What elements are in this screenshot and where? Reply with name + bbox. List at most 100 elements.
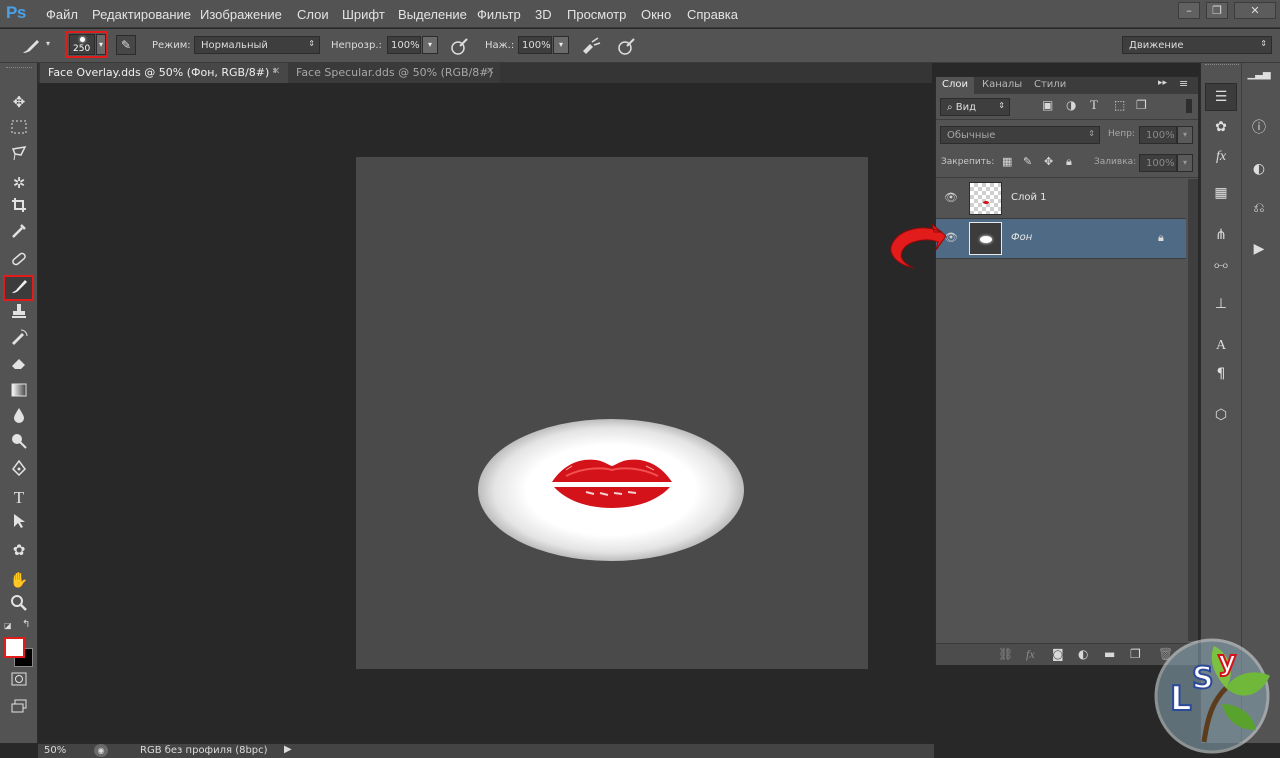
pen-icon[interactable]: [8, 459, 30, 482]
layer-row-background[interactable]: 👁︎ Фон 🔒︎: [936, 219, 1186, 259]
restore-button[interactable]: ❐: [1206, 2, 1228, 19]
brush-panel-toggle-icon[interactable]: ✎: [116, 35, 136, 55]
menu-type[interactable]: Шрифт: [342, 7, 385, 22]
menu-3d[interactable]: 3D: [535, 7, 552, 22]
lasso-tool-icon[interactable]: [8, 145, 30, 167]
layer-name[interactable]: Слой 1: [1011, 192, 1047, 203]
filter-smart-object-icon[interactable]: ❐: [1136, 98, 1147, 112]
type-tool-icon[interactable]: T: [8, 487, 30, 509]
swap-colors-icon[interactable]: ↰: [22, 619, 30, 630]
screen-mode-icon[interactable]: [8, 697, 30, 719]
layer-opacity-dropdown[interactable]: ▾: [1177, 126, 1193, 144]
eraser-icon[interactable]: [8, 355, 30, 377]
brush-tool-icon[interactable]: [8, 277, 30, 299]
adjustment-layer-icon[interactable]: ◐: [1078, 647, 1088, 661]
hand-tool-icon[interactable]: ✋: [8, 569, 30, 591]
new-layer-icon[interactable]: ❐: [1130, 647, 1141, 661]
layer-filter-select[interactable]: ⌕ Вид ⇕: [940, 98, 1010, 116]
clone-stamp-icon[interactable]: [8, 303, 30, 325]
add-mask-icon[interactable]: ◙: [1052, 647, 1064, 661]
eyedropper-icon[interactable]: [8, 223, 30, 245]
quick-mask-icon[interactable]: [8, 670, 30, 692]
close-button[interactable]: ✕: [1234, 2, 1276, 19]
brush-preset-dropdown-icon[interactable]: ▾: [46, 39, 50, 48]
menu-image[interactable]: Изображение: [200, 7, 282, 22]
default-colors-icon[interactable]: ◪: [4, 621, 12, 630]
magic-wand-icon[interactable]: ✲: [8, 172, 30, 194]
menu-filter[interactable]: Фильтр: [477, 7, 521, 22]
swatches-icon[interactable]: ▦: [1208, 181, 1234, 205]
blend-mode-select[interactable]: Обычные ⇕: [940, 126, 1100, 144]
lock-position-icon[interactable]: ✥: [1044, 155, 1053, 168]
tab-face-overlay[interactable]: Face Overlay.dds @ 50% (Фон, RGB/8#) *: [40, 63, 288, 83]
styles-fx-icon[interactable]: fx: [1208, 145, 1234, 169]
tab-face-specular[interactable]: Face Specular.dds @ 50% (RGB/8#): [288, 63, 500, 83]
layers-scrollbar[interactable]: [1188, 179, 1198, 641]
minimize-button[interactable]: –: [1178, 2, 1200, 19]
filter-toggle[interactable]: [1186, 99, 1192, 113]
new-group-icon[interactable]: ▬: [1104, 647, 1115, 661]
layer-opacity-input[interactable]: 100%: [1139, 126, 1177, 144]
zoom-level[interactable]: 50%: [44, 745, 66, 756]
close-tab-icon[interactable]: ✕: [486, 66, 494, 77]
custom-shape-icon[interactable]: ✿: [8, 539, 30, 561]
brush-presets-icon[interactable]: ⋔: [1208, 223, 1234, 247]
foreground-color-swatch[interactable]: [4, 637, 25, 658]
pressure-dropdown[interactable]: ▾: [553, 36, 569, 54]
visibility-eye-icon[interactable]: 👁︎: [944, 191, 958, 204]
filter-type-icon[interactable]: T: [1090, 97, 1098, 113]
crop-tool-icon[interactable]: [8, 197, 30, 219]
opacity-input[interactable]: 100%: [387, 36, 421, 54]
layer-name[interactable]: Фон: [1011, 232, 1032, 243]
lock-image-icon[interactable]: ✎: [1023, 155, 1032, 168]
fill-input[interactable]: 100%: [1139, 154, 1177, 172]
tablet-opacity-icon[interactable]: [450, 36, 470, 60]
dodge-icon[interactable]: [8, 433, 30, 455]
menu-window[interactable]: Окно: [641, 7, 671, 22]
opacity-dropdown[interactable]: ▾: [422, 36, 438, 54]
paragraph-icon[interactable]: ¶: [1208, 362, 1234, 386]
tablet-size-icon[interactable]: [617, 36, 637, 60]
fx-icon[interactable]: fx: [1026, 647, 1035, 662]
workspace-select[interactable]: Движение ⇕: [1122, 36, 1272, 54]
brush-preset-icon[interactable]: [20, 36, 42, 60]
tab-layers[interactable]: Слои: [936, 77, 974, 94]
marquee-tool-icon[interactable]: [8, 118, 30, 140]
status-menu-arrow-icon[interactable]: ▶: [284, 744, 292, 755]
lock-all-icon[interactable]: 🔒︎: [1066, 155, 1072, 169]
filter-pixel-icon[interactable]: ▣: [1042, 98, 1053, 112]
menu-help[interactable]: Справка: [687, 7, 738, 22]
brush-settings-icon[interactable]: ⧟: [1208, 253, 1234, 277]
close-tab-icon[interactable]: ✕: [272, 66, 280, 77]
brush-size-picker[interactable]: 250: [69, 34, 95, 55]
clone-source-icon[interactable]: ⊥: [1208, 292, 1234, 316]
menu-layer[interactable]: Слои: [297, 7, 329, 22]
menu-edit[interactable]: Редактирование: [92, 7, 191, 22]
gradient-icon[interactable]: [8, 381, 30, 403]
path-selection-icon[interactable]: [8, 513, 30, 535]
link-layers-icon[interactable]: ⛓︎: [998, 647, 1013, 661]
3d-icon[interactable]: ⬡: [1208, 403, 1234, 427]
panel-grip[interactable]: [6, 67, 32, 70]
panel-menu-icon[interactable]: ≡: [1179, 77, 1188, 90]
healing-brush-icon[interactable]: [8, 251, 30, 273]
filter-adjustment-icon[interactable]: ◑: [1066, 98, 1076, 112]
tab-channels[interactable]: Каналы: [976, 77, 1028, 94]
collapse-panel-icon[interactable]: ▸▸: [1158, 78, 1167, 88]
info-icon[interactable]: ⓘ: [1246, 116, 1272, 140]
adjustments-icon[interactable]: ◐: [1246, 157, 1272, 181]
layers-icon[interactable]: ☰: [1208, 85, 1234, 109]
fill-dropdown[interactable]: ▾: [1177, 154, 1193, 172]
menu-view[interactable]: Просмотр: [567, 7, 626, 22]
brush-size-dropdown[interactable]: ▾: [96, 34, 106, 55]
image-canvas[interactable]: [356, 157, 868, 669]
menu-file[interactable]: Файл: [46, 7, 78, 22]
histogram-icon[interactable]: ▁▃▅: [1246, 63, 1272, 87]
visibility-eye-icon[interactable]: 👁︎: [944, 231, 958, 244]
menu-select[interactable]: Выделение: [398, 7, 467, 22]
color-icon[interactable]: ✿: [1208, 115, 1234, 139]
status-info-icon[interactable]: ◉: [94, 744, 108, 757]
blur-icon[interactable]: [8, 407, 30, 429]
layer-row-layer1[interactable]: 👁︎ Слой 1: [936, 179, 1186, 219]
move-tool-icon[interactable]: ✥: [8, 91, 30, 113]
